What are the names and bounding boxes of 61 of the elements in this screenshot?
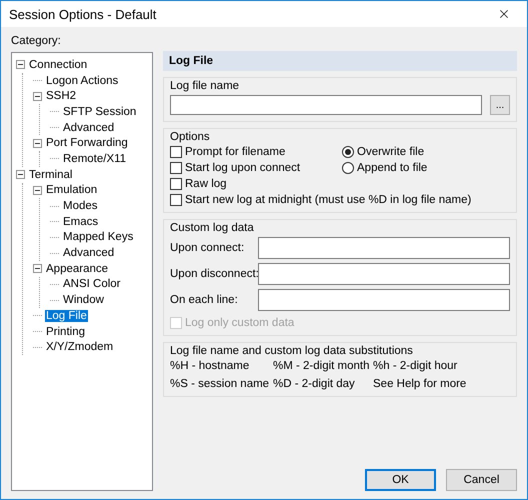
tree-item[interactable]: Appearance [45,262,110,275]
field-label: Upon disconnect: [170,268,258,280]
tree-item[interactable]: Port Forwarding [45,137,129,150]
checkbox[interactable] [170,146,182,158]
tree-item[interactable]: SFTP Session [62,106,138,118]
collapse-icon[interactable] [33,186,42,195]
input-field[interactable] [258,263,510,285]
collapse-icon[interactable] [33,92,42,101]
browse-button[interactable]: ... [490,95,510,115]
substitution-text: %S - session name [170,378,270,390]
checkbox-label: Start log upon connect [185,162,300,174]
tree-item[interactable]: Advanced [62,122,116,134]
group-title: Log file name and custom log data substitutions [170,345,414,357]
checkbox-label: Start new log at midnight (must use %D in log file name) [185,194,472,206]
tree-item[interactable]: Printing [45,326,86,338]
radio-button[interactable] [342,146,354,158]
radio-button[interactable] [342,162,354,174]
checkbox[interactable] [170,194,182,206]
field-label: Upon connect: [170,242,246,254]
field-label: On each line: [170,294,239,306]
checkbox-label: Prompt for filename [185,146,286,158]
group-title: Options [170,131,211,143]
collapse-icon[interactable] [33,138,42,148]
collapse-icon[interactable] [16,170,25,180]
tree-item[interactable]: Window [62,294,105,306]
tree-item[interactable]: X/Y/Zmodem [45,341,114,354]
tree-item[interactable]: Advanced [62,247,116,260]
tree-item[interactable]: Emacs [62,216,100,228]
substitution-text: %D - 2-digit day [273,378,356,390]
tree-item[interactable]: Log File [45,310,88,322]
ok-button[interactable]: OK [365,469,436,491]
checkbox-label: Raw log [185,178,227,190]
tree-item[interactable]: Connection [28,58,88,71]
input-field[interactable] [258,237,510,259]
collapse-icon[interactable] [16,60,25,70]
radio-label: Overwrite file [357,146,424,158]
collapse-icon[interactable] [33,264,42,274]
tree-item[interactable]: Logon Actions [45,74,120,87]
tree-item[interactable]: Remote/X11 [62,152,128,165]
radio-label: Append to file [357,162,428,174]
tree-item[interactable]: ANSI Color [62,278,122,290]
tree-item[interactable]: Terminal [28,168,74,181]
group-title: Log file name [170,80,240,92]
group-title: Custom log data [170,222,255,234]
checkbox-label: Log only custom data [185,317,294,329]
tree-item[interactable]: Mapped Keys [62,231,134,244]
log-file-name-field[interactable] [170,95,482,115]
input-field[interactable] [258,289,510,311]
cancel-button[interactable]: Cancel [446,469,517,491]
substitution-text: %M - 2-digit month [273,360,371,372]
tree-item[interactable]: Emulation [45,184,98,196]
substitution-text: %h - 2-digit hour [373,360,458,372]
checkbox[interactable] [170,162,182,174]
panel-header: Log File [163,51,517,71]
substitution-text: %H - hostname [170,360,250,372]
window-title: Session Options - Default [9,6,156,22]
tree-item[interactable]: SSH2 [45,90,78,102]
category-label: Category: [11,35,62,47]
checkbox[interactable] [170,178,182,190]
substitution-text: See Help for more [373,378,468,390]
tree-item[interactable]: Modes [62,200,99,212]
